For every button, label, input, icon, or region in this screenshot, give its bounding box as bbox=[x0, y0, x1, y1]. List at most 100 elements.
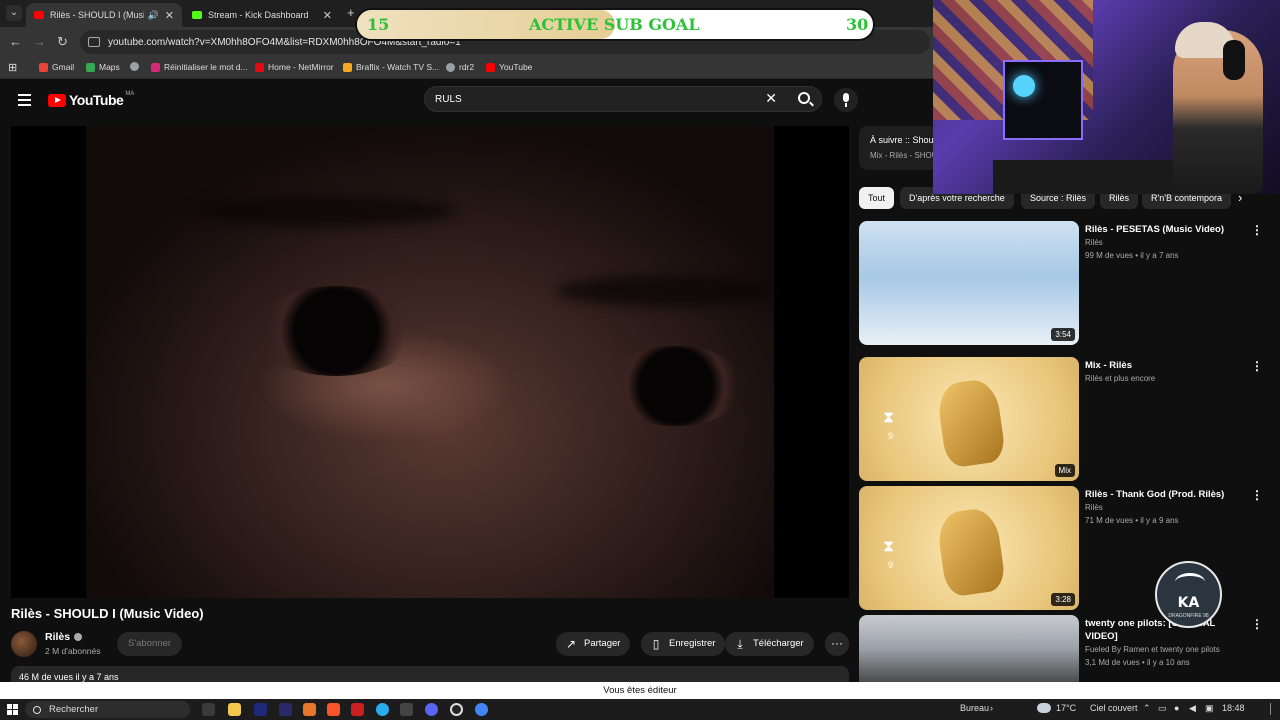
subscriber-count: 2 M d'abonnés bbox=[45, 646, 101, 656]
video-thumbnail[interactable]: ⧗ 9 Mix bbox=[859, 357, 1079, 481]
save-button[interactable]: ▯ Enregistrer bbox=[641, 632, 726, 656]
editor-notice: Vous êtes éditeur bbox=[0, 682, 1280, 699]
task-view-icon[interactable] bbox=[202, 703, 215, 716]
channel-name[interactable]: Rilès bbox=[45, 631, 83, 643]
obs-icon[interactable] bbox=[450, 703, 463, 716]
telegram-icon[interactable] bbox=[376, 703, 389, 716]
video-still-detail bbox=[196, 196, 456, 226]
reco-channel[interactable]: Rilès bbox=[1085, 238, 1103, 247]
more-options-icon[interactable]: ⋮ bbox=[1251, 359, 1263, 373]
praying-hands-image bbox=[935, 506, 1007, 598]
video-thumbnail[interactable]: 3:54 bbox=[859, 221, 1079, 345]
tray-overflow-icon[interactable]: ⌃ bbox=[1143, 703, 1151, 714]
reco-title[interactable]: Rilès - Thank God (Prod. Rilès) bbox=[1085, 488, 1245, 501]
bookmark-netmirror[interactable]: Home - NetMirror bbox=[255, 62, 334, 72]
volume-icon[interactable]: ◀ bbox=[1189, 703, 1196, 714]
description-box[interactable]: 46 M de vues il y a 7 ans bbox=[11, 666, 849, 682]
site-info-icon[interactable] bbox=[88, 37, 100, 47]
display-icon[interactable]: ▣ bbox=[1205, 703, 1214, 714]
download-label: Télécharger bbox=[753, 638, 804, 649]
bookmark-braflix[interactable]: Braflix - Watch TV S... bbox=[343, 62, 439, 72]
clock[interactable]: 18:48 bbox=[1222, 703, 1245, 713]
video-player[interactable] bbox=[11, 126, 849, 598]
apps-grid-icon[interactable]: ⊞ bbox=[8, 61, 17, 74]
taskbar-search-label: Rechercher bbox=[49, 704, 99, 715]
file-explorer-icon[interactable] bbox=[228, 703, 241, 716]
browser-tab-kick[interactable]: Stream - Kick Dashboard ✕ bbox=[184, 3, 340, 27]
maps-icon bbox=[86, 62, 95, 72]
more-options-icon[interactable]: ⋮ bbox=[1251, 223, 1263, 237]
weather-text[interactable]: Ciel couvert bbox=[1090, 703, 1138, 713]
playlist-count: 9 bbox=[888, 431, 894, 441]
reco-meta: 3,1 Md de vues • il y a 10 ans bbox=[1085, 658, 1190, 667]
reload-icon[interactable]: ↻ bbox=[57, 34, 68, 50]
reco-channel[interactable]: Fueled By Ramen et twenty one pilots bbox=[1085, 645, 1220, 654]
reco-channel[interactable]: Rilès bbox=[1085, 503, 1103, 512]
bookmark-label: rdr2 bbox=[459, 62, 475, 72]
more-options-icon[interactable]: ⋮ bbox=[1251, 488, 1263, 502]
bookmark-youtube[interactable]: YouTube bbox=[486, 62, 532, 72]
video-thumbnail[interactable]: ⧗ 9 3:28 bbox=[859, 486, 1079, 610]
channel-avatar[interactable] bbox=[11, 631, 37, 657]
country-code: MA bbox=[125, 91, 135, 97]
chip-all[interactable]: Tout bbox=[859, 187, 895, 209]
bookmark-gmail[interactable]: Gmail bbox=[39, 62, 74, 72]
app-icon[interactable] bbox=[303, 703, 316, 716]
forward-icon[interactable]: → bbox=[33, 34, 46, 49]
download-button[interactable]: ⤓ Télécharger bbox=[725, 632, 814, 656]
voice-search-icon[interactable] bbox=[834, 88, 858, 112]
premiere-icon[interactable] bbox=[254, 703, 267, 716]
capcut-icon[interactable] bbox=[400, 703, 413, 716]
speaker-icon[interactable]: 🔊 bbox=[148, 10, 159, 21]
chrome-icon[interactable] bbox=[475, 703, 488, 716]
reco-title[interactable]: twenty one pilots: [OFFICIAL VIDEO] bbox=[1085, 617, 1245, 643]
menu-icon[interactable] bbox=[18, 94, 31, 106]
globe-icon bbox=[446, 62, 455, 72]
bookmark-globe[interactable] bbox=[130, 62, 143, 71]
reco-title[interactable]: Rilès - PESETAS (Music Video) bbox=[1085, 223, 1245, 236]
tab-search-button[interactable]: ⌄ bbox=[6, 5, 22, 21]
more-options-icon[interactable]: ⋮ bbox=[1251, 617, 1263, 631]
badge-subtext: DRAGONFIRE 98 bbox=[1168, 613, 1209, 619]
discord-icon[interactable] bbox=[425, 703, 438, 716]
windows-start-icon[interactable] bbox=[7, 704, 18, 715]
back-icon[interactable]: ← bbox=[9, 34, 22, 49]
search-icon[interactable] bbox=[798, 92, 810, 104]
taskbar-search-input[interactable]: Rechercher bbox=[25, 701, 190, 718]
microphone-icon[interactable]: ● bbox=[1174, 703, 1179, 713]
browser-tab-youtube[interactable]: Rilès - SHOULD I (Music Vid 🔊 ✕ bbox=[26, 3, 182, 27]
recommendation-item[interactable]: ⧗ 9 Mix Mix - Rilès Rilès et plus encore… bbox=[859, 357, 1263, 482]
subscribe-button[interactable]: S'abonner bbox=[117, 632, 183, 656]
hourglass-icon: ⧗ bbox=[883, 409, 895, 426]
search-query: RULS bbox=[435, 93, 462, 105]
praying-hands-image bbox=[935, 377, 1007, 469]
media-encoder-icon[interactable] bbox=[279, 703, 292, 716]
cloud-icon bbox=[1037, 703, 1051, 713]
show-desktop-button[interactable] bbox=[1270, 703, 1271, 715]
share-button[interactable]: ↗ Partager bbox=[556, 632, 631, 656]
bookmark-maps[interactable]: Maps bbox=[86, 62, 120, 72]
desktop-label[interactable]: Bureau bbox=[960, 703, 989, 713]
bookmark-label: Gmail bbox=[52, 62, 75, 72]
close-tab-icon[interactable]: ✕ bbox=[165, 9, 174, 22]
clear-search-icon[interactable]: ✕ bbox=[765, 90, 777, 107]
more-actions-icon[interactable]: ··· bbox=[825, 632, 849, 656]
youtube-logo[interactable]: YouTube MA bbox=[48, 91, 135, 108]
bookmark-instagram[interactable]: Réinitialiser le mot d... bbox=[151, 62, 248, 72]
brave-icon[interactable] bbox=[327, 703, 340, 716]
reco-channel[interactable]: Rilès et plus encore bbox=[1085, 374, 1155, 383]
recommendation-item[interactable]: 3:54 Rilès - PESETAS (Music Video) Rilès… bbox=[859, 221, 1263, 346]
sub-goal-target: 30 bbox=[846, 15, 869, 34]
chevron-icon[interactable]: › bbox=[990, 703, 993, 713]
reco-title[interactable]: Mix - Rilès bbox=[1085, 359, 1245, 372]
new-tab-button[interactable]: + bbox=[347, 5, 355, 20]
pdf-icon[interactable] bbox=[351, 703, 364, 716]
video-thumbnail[interactable] bbox=[859, 615, 1079, 682]
bookmark-rdr2[interactable]: rdr2 bbox=[446, 62, 474, 72]
network-icon[interactable]: ▭ bbox=[1158, 703, 1167, 714]
search-input[interactable]: RULS ✕ bbox=[424, 86, 822, 112]
playlist-up-next[interactable]: À suivre :: Shoul Mix - Rilès - SHOU bbox=[859, 126, 939, 170]
verified-icon bbox=[74, 633, 83, 642]
temperature[interactable]: 17°C bbox=[1056, 703, 1076, 713]
close-tab-icon[interactable]: ✕ bbox=[323, 9, 332, 22]
